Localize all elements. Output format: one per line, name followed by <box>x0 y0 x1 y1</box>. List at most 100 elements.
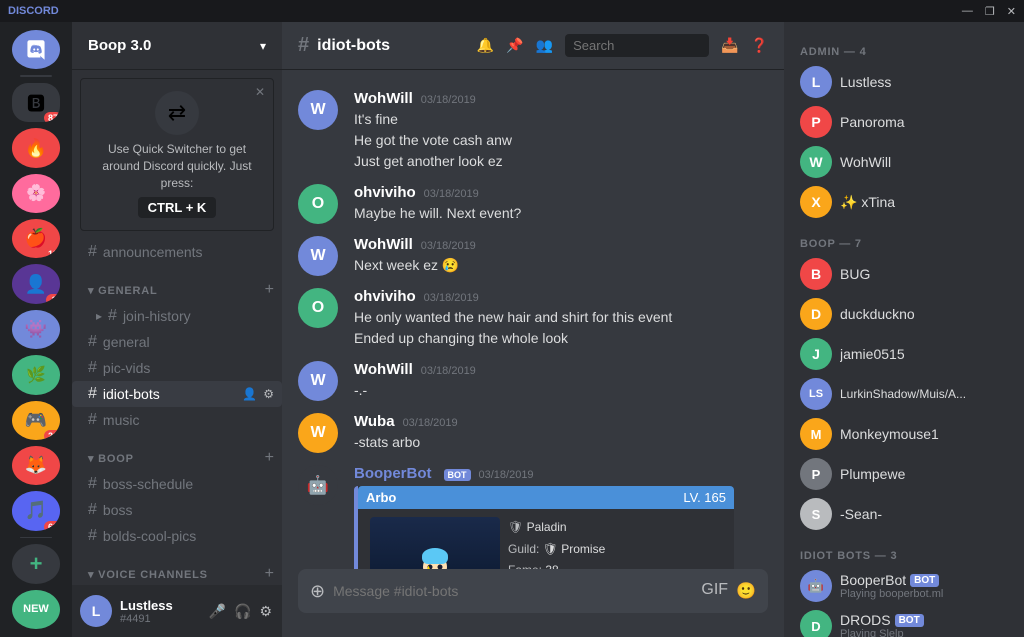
member-item-bug[interactable]: B BUG <box>792 254 1016 294</box>
member-info: Monkeymouse1 <box>840 426 1008 442</box>
message-timestamp: 03/18/2019 <box>403 417 458 429</box>
server-icon-3[interactable]: 🌸 <box>12 174 60 213</box>
category-voice[interactable]: ▾ VOICE CHANNELS + <box>72 549 282 585</box>
channel-hash-icon: # <box>88 475 97 493</box>
server-icon-7[interactable]: 🌿 <box>12 355 60 394</box>
channel-settings-icon[interactable]: 👤 <box>242 387 257 401</box>
chat-input[interactable] <box>333 583 693 599</box>
deafen-button[interactable]: 🎧 <box>232 601 253 622</box>
channel-hash-icon: # <box>108 307 117 325</box>
member-info: jamie0515 <box>840 346 1008 362</box>
member-item-sean[interactable]: S -Sean- <box>792 494 1016 534</box>
message-content: Wuba 03/18/2019 -stats arbo <box>354 413 768 453</box>
server-icon-8[interactable]: 🎮 26 <box>12 401 60 440</box>
member-item-lurkin[interactable]: LS LurkinShadow/Muis/A... <box>792 374 1016 414</box>
member-name: -Sean- <box>840 506 1008 522</box>
server-icon-2[interactable]: 🔥 <box>12 128 60 167</box>
tooltip-close-button[interactable]: ✕ <box>255 85 265 99</box>
member-avatar: B <box>800 258 832 290</box>
server-icon-new[interactable]: NEW <box>12 590 60 629</box>
inbox-icon[interactable]: 📥 <box>721 37 738 54</box>
channel-item-announcements[interactable]: # announcements <box>72 239 282 265</box>
message-content: WohWill 03/18/2019 -.- <box>354 361 768 401</box>
help-icon[interactable]: ❓ <box>751 37 768 54</box>
member-name: WohWill <box>840 154 1008 170</box>
message-content: ohviviho 03/18/2019 Maybe he will. Next … <box>354 184 768 224</box>
member-info: BooperBot BOT Playing booperbot.ml <box>840 572 1008 600</box>
notification-bell-icon[interactable]: 🔔 <box>477 37 494 54</box>
avatar: O <box>298 184 338 224</box>
messages-list: W WohWill 03/18/2019 It's fine He got th… <box>282 70 784 569</box>
message-author: Wuba <box>354 413 395 430</box>
member-item-lustless[interactable]: L Lustless <box>792 62 1016 102</box>
attach-file-button[interactable]: ⊕ <box>310 581 325 602</box>
member-item-duckduckno[interactable]: D duckduckno <box>792 294 1016 334</box>
server-icon-10[interactable]: 🎵 69 <box>12 491 60 530</box>
quick-switcher-tooltip: ✕ ⇄ Use Quick Switcher to get around Dis… <box>80 78 274 231</box>
member-item-drods[interactable]: D DRODS BOT Playing Slelp <box>792 606 1016 637</box>
pin-icon[interactable]: 📌 <box>506 37 523 54</box>
close-button[interactable]: ✕ <box>1007 5 1016 18</box>
member-name: Monkeymouse1 <box>840 426 1008 442</box>
channel-item-boss-schedule[interactable]: # boss-schedule <box>72 471 282 497</box>
member-item-jamie0515[interactable]: J jamie0515 <box>792 334 1016 374</box>
minimize-button[interactable]: — <box>962 5 973 18</box>
channel-item-join-history[interactable]: ▸ # join-history <box>72 303 282 329</box>
gif-button[interactable]: GIF <box>701 581 728 601</box>
category-label: ▾ VOICE CHANNELS <box>88 568 208 581</box>
member-item-xtina[interactable]: X ✨ xTina <box>792 182 1016 222</box>
member-avatar: P <box>800 106 832 138</box>
member-avatar: X <box>800 186 832 218</box>
member-info: -Sean- <box>840 506 1008 522</box>
mute-button[interactable]: 🎤 <box>207 601 228 622</box>
message-author: WohWill <box>354 236 413 253</box>
channel-item-music[interactable]: # music <box>72 407 282 433</box>
member-avatar: J <box>800 338 832 370</box>
server-icon-boop[interactable]: 🅱 87 <box>12 83 60 122</box>
chat-area: # idiot-bots 🔔 📌 👥 📥 ❓ W WohWill 03/18/2… <box>282 22 784 637</box>
add-server-button[interactable]: + <box>12 544 60 583</box>
bot-badge: BOT <box>910 574 939 587</box>
members-icon[interactable]: 👥 <box>536 37 553 54</box>
user-tag: #4491 <box>120 613 199 625</box>
discord-home-button[interactable] <box>12 30 60 69</box>
chat-input-area: ⊕ GIF 🙂 <box>282 569 784 637</box>
channel-hash-icon: # <box>88 243 97 261</box>
member-avatar: S <box>800 498 832 530</box>
channel-item-boss[interactable]: # boss <box>72 497 282 523</box>
search-input[interactable] <box>565 34 709 57</box>
channel-item-pic-vids[interactable]: # pic-vids <box>72 355 282 381</box>
member-item-booperbot[interactable]: 🤖 BooperBot BOT Playing booperbot.ml <box>792 566 1016 606</box>
channel-notifications-icon[interactable]: ⚙ <box>263 387 274 401</box>
server-divider <box>20 75 52 77</box>
channel-hash-icon: # <box>88 385 97 403</box>
category-boop[interactable]: ▾ BOOP + <box>72 433 282 471</box>
server-header[interactable]: Boop 3.0 ▾ <box>72 22 282 70</box>
channel-item-idiot-bots[interactable]: # idiot-bots 👤 ⚙ <box>72 381 282 407</box>
user-panel-actions: 🎤 🎧 ⚙ <box>207 601 274 622</box>
member-item-panoroma[interactable]: P Panoroma <box>792 102 1016 142</box>
server-icon-5[interactable]: 👤 1 <box>12 264 60 303</box>
category-general[interactable]: ▾ GENERAL + <box>72 265 282 303</box>
member-item-wohwill[interactable]: W WohWill <box>792 142 1016 182</box>
channel-item-bolds-cool-pics[interactable]: # bolds-cool-pics <box>72 523 282 549</box>
message-timestamp: 03/18/2019 <box>421 240 476 252</box>
member-avatar: D <box>800 298 832 330</box>
message-text: Next week ez 😢 <box>354 255 768 276</box>
server-icon-9[interactable]: 🦊 <box>12 446 60 485</box>
header-actions: 🔔 📌 👥 📥 ❓ <box>477 34 768 57</box>
server-icon-4[interactable]: 🍎 19 <box>12 219 60 258</box>
maximize-button[interactable]: ❐ <box>985 5 995 18</box>
member-name: DRODS <box>840 612 891 628</box>
channel-item-general[interactable]: # general <box>72 329 282 355</box>
message-text: He only wanted the new hair and shirt fo… <box>354 307 768 328</box>
member-info: Lustless <box>840 74 1008 90</box>
category-add-button[interactable]: + <box>265 449 274 467</box>
settings-button[interactable]: ⚙ <box>257 601 274 622</box>
server-icon-6[interactable]: 👾 <box>12 310 60 349</box>
category-add-button[interactable]: + <box>265 565 274 583</box>
member-item-plumpewe[interactable]: P Plumpewe <box>792 454 1016 494</box>
emoji-button[interactable]: 🙂 <box>736 581 756 601</box>
category-add-button[interactable]: + <box>265 281 274 299</box>
member-item-monkeymouse[interactable]: M Monkeymouse1 <box>792 414 1016 454</box>
